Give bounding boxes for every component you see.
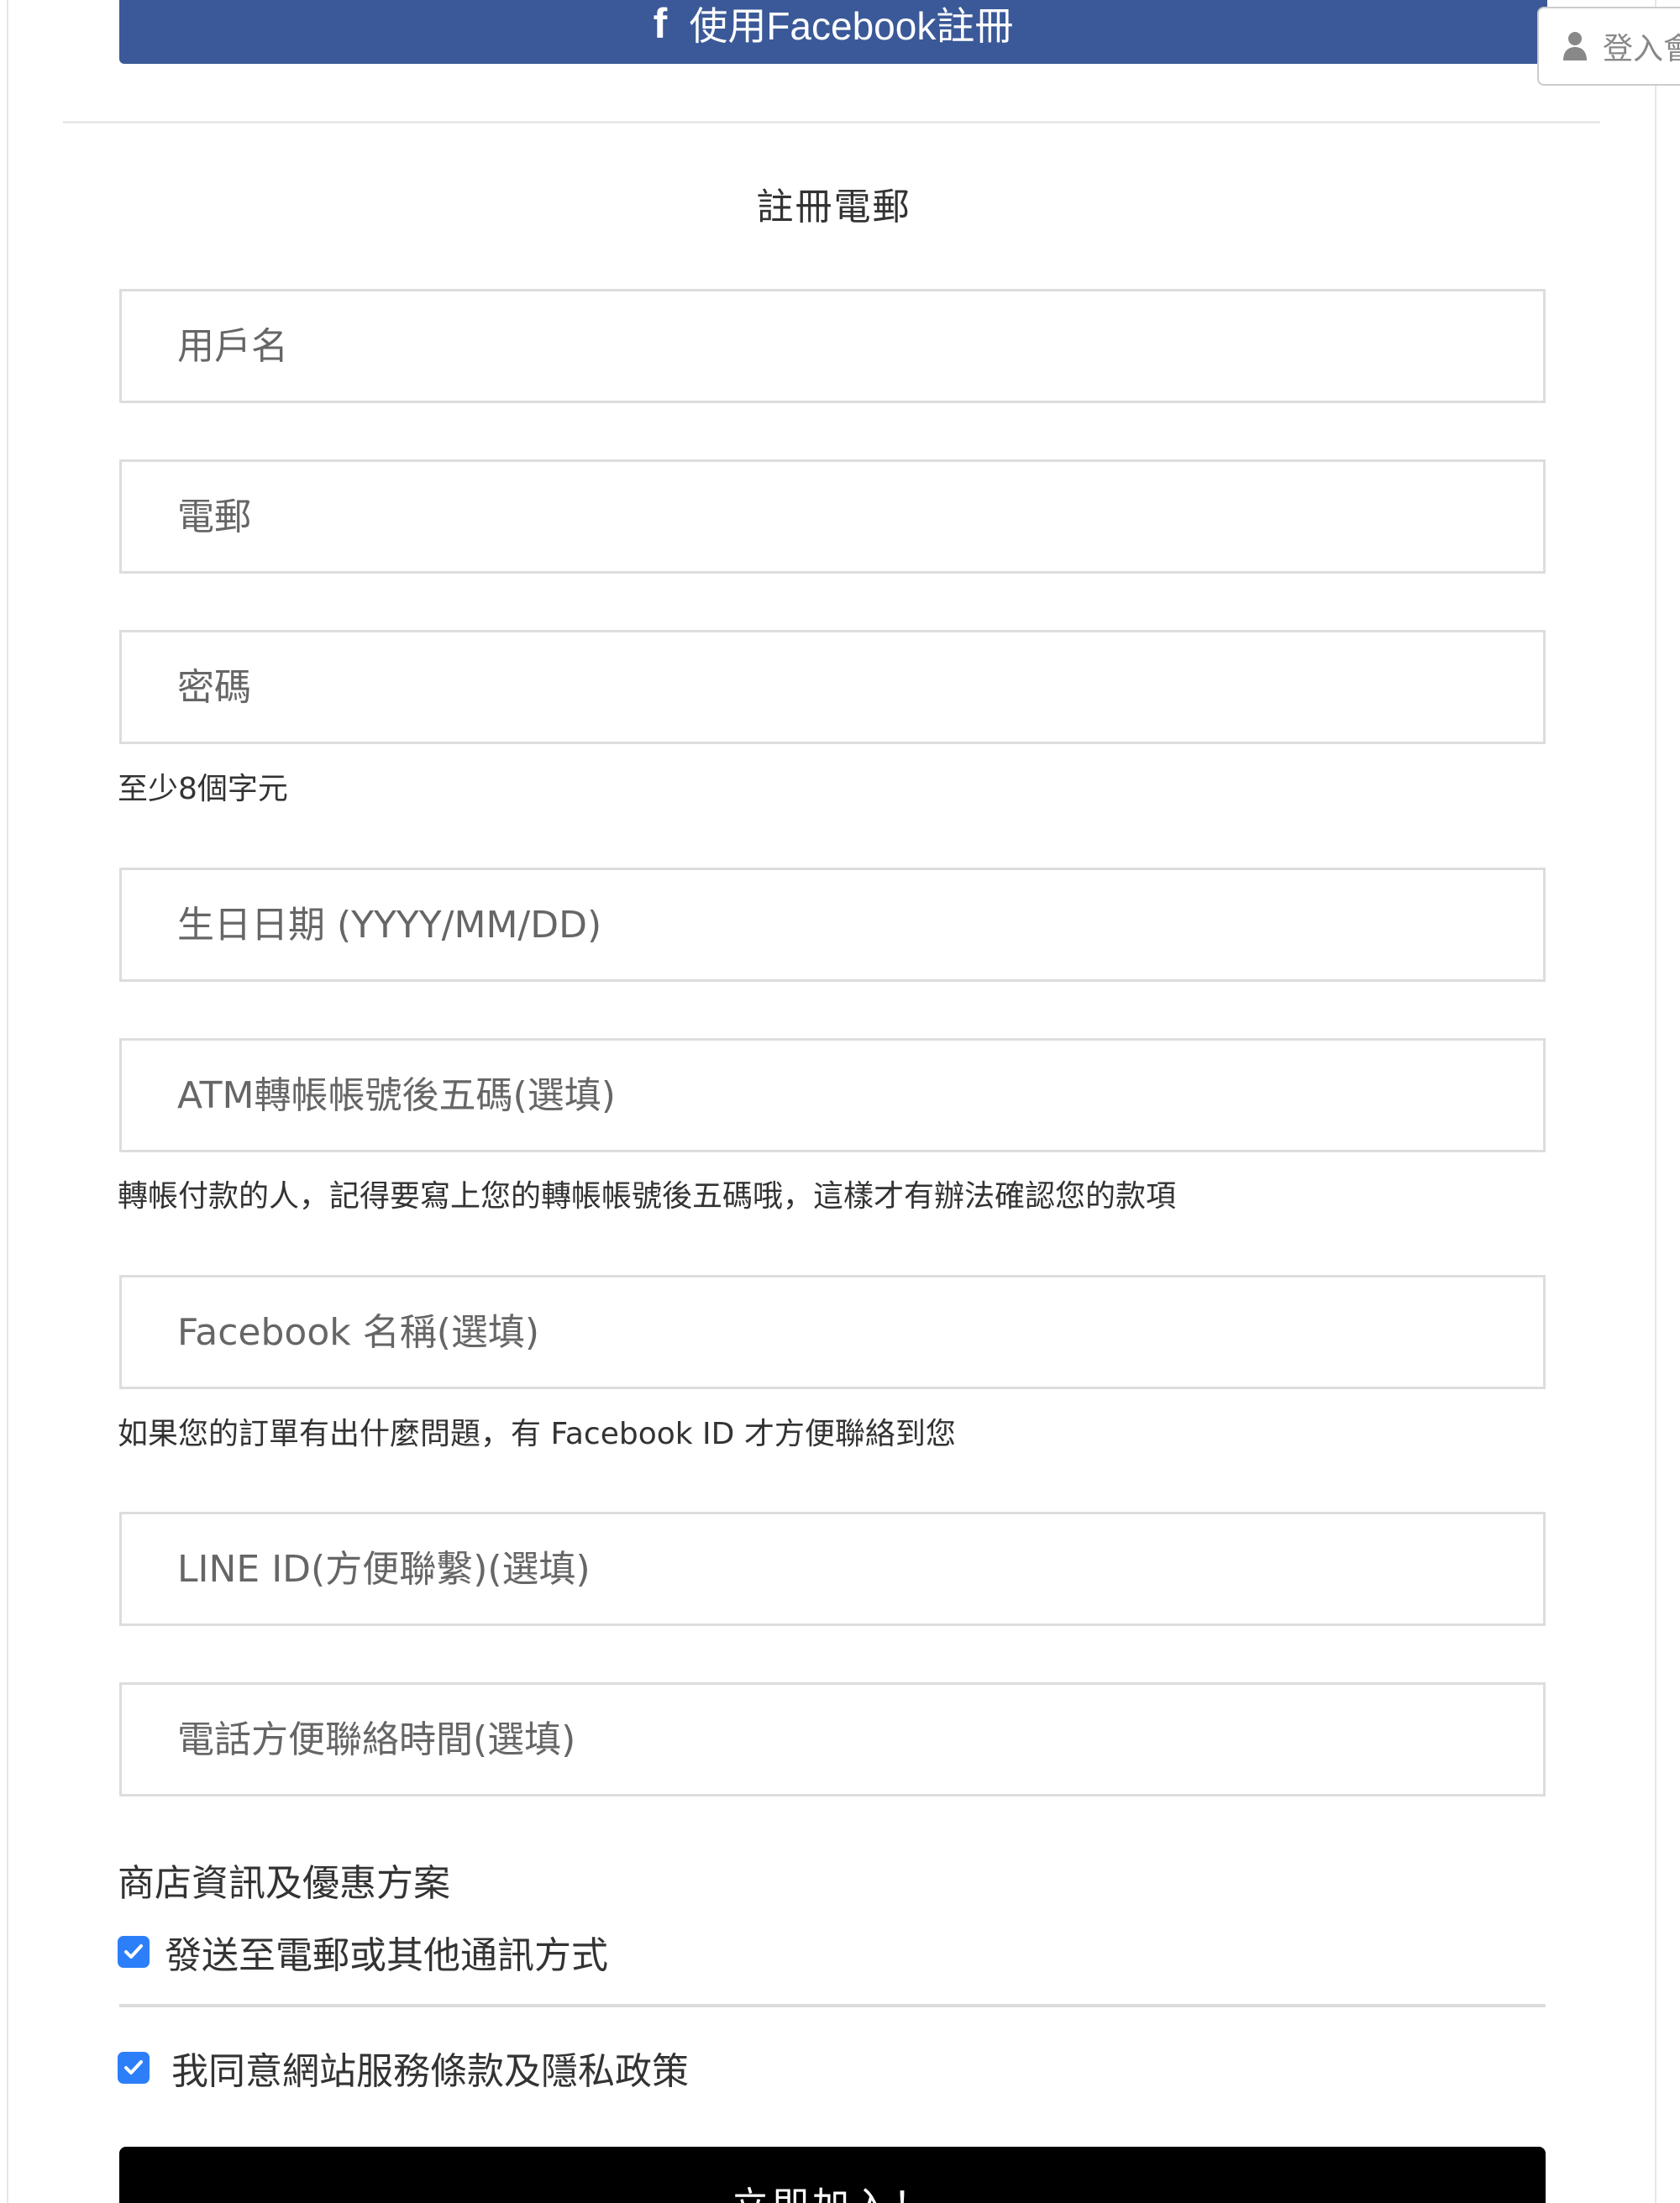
atm-hint: 轉帳付款的人，記得要寫上您的轉帳帳號後五碼哦，這樣才有辦法確認您的款項: [118, 1179, 1177, 1214]
signup-page: f 使用Facebook註冊 登入會 註冊電郵 至少8個字元 轉帳付款的人，記得…: [0, 0, 1680, 2203]
submit-button[interactable]: 立即加入！: [119, 2147, 1546, 2203]
login-tab[interactable]: 登入會: [1537, 7, 1680, 86]
username-input[interactable]: [119, 289, 1546, 403]
birthday-input[interactable]: [119, 868, 1546, 982]
password-hint: 至少8個字元: [118, 772, 288, 806]
terms-checkbox[interactable]: [118, 2052, 150, 2084]
line-id-input[interactable]: [119, 1512, 1546, 1626]
facebook-name-input[interactable]: [119, 1275, 1546, 1389]
facebook-name-hint: 如果您的訂單有出什麼問題，有 Facebook ID 才方便聯絡到您: [118, 1417, 956, 1451]
mid-divider: [119, 2004, 1546, 2007]
facebook-signup-button[interactable]: f 使用Facebook註冊: [119, 0, 1547, 64]
terms-label: 我同意網站服務條款及隱私政策: [171, 2050, 689, 2093]
login-tab-label: 登入會: [1603, 32, 1680, 66]
check-icon: [124, 2060, 143, 2074]
password-input[interactable]: [119, 630, 1546, 744]
promo-send-checkbox[interactable]: [118, 1936, 150, 1968]
top-divider: [63, 121, 1600, 123]
page-right-border: [1655, 0, 1656, 2203]
check-icon: [124, 1944, 143, 1959]
promo-send-label: 發送至電郵或其他通訊方式: [165, 1934, 608, 1977]
contact-time-input[interactable]: [119, 1682, 1546, 1796]
facebook-signup-label: 使用Facebook註冊: [689, 4, 1014, 48]
promo-send-option: 發送至電郵或其他通訊方式: [118, 1925, 608, 1979]
section-title: 註冊電郵: [756, 186, 911, 228]
email-input[interactable]: [119, 459, 1546, 574]
terms-option: 我同意網站服務條款及隱私政策: [118, 2041, 689, 2095]
user-icon: [1562, 30, 1588, 62]
atm-last5-input[interactable]: [119, 1038, 1546, 1152]
page-left-border: [7, 0, 8, 2203]
facebook-icon: f: [653, 0, 668, 47]
promo-title: 商店資訊及優惠方案: [118, 1862, 450, 1905]
